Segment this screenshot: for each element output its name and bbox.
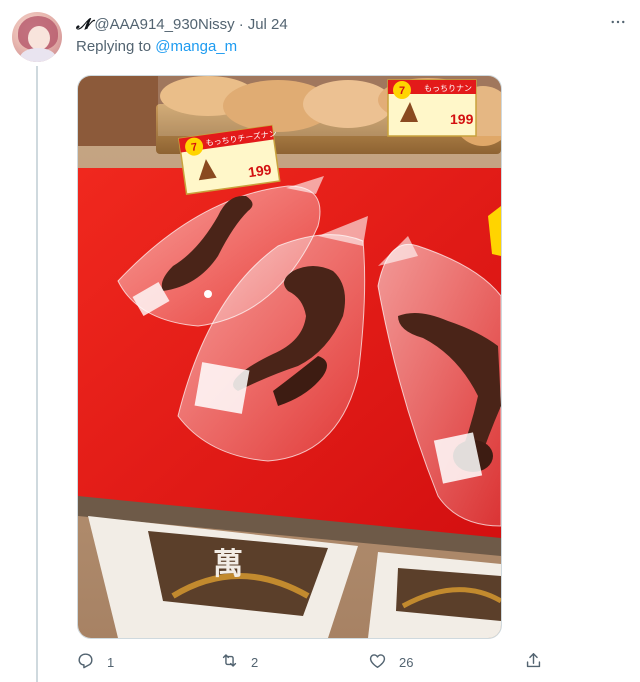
thread-line [36,66,38,682]
replying-to: Replying to @manga_m [76,38,237,55]
retweet-icon [220,651,239,673]
avatar-face [28,26,50,50]
svg-text:萬: 萬 [213,547,243,582]
tweet-header: 𝓝 @AAA914_930Nissy · Jul 24 [76,14,288,34]
replying-prefix: Replying to [76,38,152,55]
reply-button[interactable]: 1 [76,650,114,674]
more-horizontal-icon[interactable] [608,12,628,32]
share-button[interactable] [524,650,543,674]
heart-icon [368,651,387,673]
svg-text:199: 199 [247,161,273,180]
tweet-actions: 1 2 26 [76,650,556,674]
like-button[interactable]: 26 [368,650,413,674]
display-name[interactable]: 𝓝 [76,15,90,33]
reply-count: 1 [107,654,115,670]
price-sign-right: 7 もっちりナン 199 [387,79,477,137]
like-count: 26 [399,654,414,670]
photo-scene: 7 もっちりナン 199 7 もっちりチーズナン 199 萬 [78,76,501,638]
tweet[interactable]: 𝓝 @AAA914_930Nissy · Jul 24 Replying to … [0,0,640,682]
reply-icon [76,651,95,673]
tweet-photo[interactable]: 7 もっちりナン 199 7 もっちりチーズナン 199 萬 [77,75,502,639]
separator: · [238,15,244,33]
shop-banner-right [368,552,501,638]
handle[interactable]: @AAA914_930Nissy [94,16,234,33]
svg-text:もっちりナン: もっちりナン [424,84,472,93]
svg-text:199: 199 [450,111,474,127]
avatar[interactable] [12,12,62,62]
avatar-dress [20,48,56,62]
mention-link[interactable]: @manga_m [155,38,237,55]
retweet-button[interactable]: 2 [220,650,258,674]
share-icon [524,651,543,673]
tweet-date[interactable]: Jul 24 [248,16,288,33]
svg-text:7: 7 [399,85,405,97]
retweet-count: 2 [251,654,259,670]
